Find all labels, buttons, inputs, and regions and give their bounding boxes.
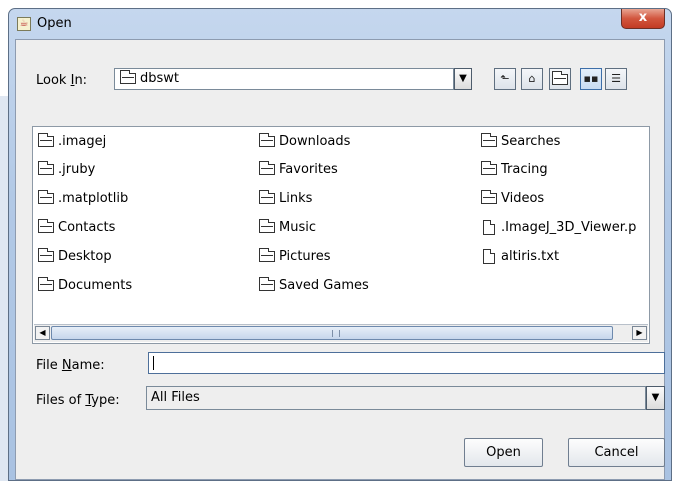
files-of-type-label: Files of Type: bbox=[36, 393, 120, 408]
list-item[interactable]: .matplotlib bbox=[38, 190, 128, 208]
close-button[interactable]: x bbox=[621, 9, 665, 29]
list-item[interactable]: Saved Games bbox=[259, 277, 369, 295]
dialog-content: Look In: dbswt ▼ ⬑ ⌂ ▪▪ ☰ .imagej .jruby… bbox=[15, 39, 665, 480]
look-in-label: Look In: bbox=[36, 73, 88, 88]
list-item[interactable]: Downloads bbox=[259, 133, 350, 151]
home-button[interactable]: ⌂ bbox=[521, 68, 543, 90]
list-item[interactable]: Music bbox=[259, 219, 316, 237]
look-in-dropdown-arrow[interactable]: ▼ bbox=[454, 68, 472, 90]
list-view-button[interactable]: ▪▪ bbox=[580, 68, 602, 90]
list-item[interactable]: Pictures bbox=[259, 248, 330, 266]
files-of-type-combo[interactable]: All Files bbox=[146, 386, 646, 410]
look-in-combo[interactable]: dbswt bbox=[114, 68, 454, 90]
up-one-level-button[interactable]: ⬑ bbox=[494, 68, 516, 90]
up-folder-icon: ⬑ bbox=[500, 72, 510, 85]
list-item[interactable]: .imagej bbox=[38, 133, 106, 151]
folder-icon bbox=[259, 248, 275, 262]
new-folder-icon bbox=[552, 70, 568, 85]
folder-icon bbox=[38, 190, 54, 204]
cancel-button[interactable]: Cancel bbox=[568, 438, 665, 467]
list-item[interactable]: Links bbox=[259, 190, 312, 208]
details-view-button[interactable]: ☰ bbox=[605, 68, 627, 90]
folder-icon bbox=[481, 161, 497, 175]
java-app-icon: ☕ bbox=[17, 17, 31, 31]
folder-icon bbox=[38, 219, 54, 233]
open-dialog: ☕ Open x Look In: dbswt ▼ ⬑ ⌂ ▪▪ ☰ .imag… bbox=[8, 8, 672, 481]
details-view-icon: ☰ bbox=[611, 72, 621, 85]
scroll-left-arrow[interactable]: ◀ bbox=[35, 326, 50, 340]
list-item[interactable]: Searches bbox=[481, 133, 560, 151]
new-folder-button[interactable] bbox=[549, 68, 571, 90]
folder-icon bbox=[38, 161, 54, 175]
look-in-value: dbswt bbox=[140, 71, 180, 86]
folder-icon bbox=[259, 190, 275, 204]
file-icon bbox=[483, 220, 495, 235]
open-button[interactable]: Open bbox=[464, 438, 543, 467]
folder-icon bbox=[259, 277, 275, 291]
folder-icon bbox=[38, 248, 54, 262]
list-item[interactable]: altiris.txt bbox=[483, 248, 559, 266]
folder-icon bbox=[481, 190, 497, 204]
list-item[interactable]: Documents bbox=[38, 277, 132, 295]
list-item[interactable]: .ImageJ_3D_Viewer.p bbox=[483, 219, 636, 237]
horizontal-scrollbar[interactable]: ◀ ▶ bbox=[34, 324, 648, 342]
folder-icon bbox=[38, 277, 54, 291]
text-caret bbox=[153, 356, 154, 370]
scroll-right-arrow[interactable]: ▶ bbox=[632, 326, 647, 340]
grip-icon bbox=[332, 330, 340, 337]
window-title: Open bbox=[37, 16, 72, 31]
list-item[interactable]: Contacts bbox=[38, 219, 115, 237]
files-of-type-value: All Files bbox=[151, 390, 200, 405]
scroll-thumb[interactable] bbox=[51, 326, 613, 340]
folder-icon bbox=[481, 133, 497, 147]
files-of-type-dropdown-arrow[interactable]: ▼ bbox=[646, 386, 665, 410]
folder-icon bbox=[120, 70, 136, 84]
list-item[interactable]: Videos bbox=[481, 190, 544, 208]
list-item[interactable]: Desktop bbox=[38, 248, 112, 266]
list-item[interactable]: Tracing bbox=[481, 161, 548, 179]
folder-icon bbox=[38, 133, 54, 147]
home-icon: ⌂ bbox=[528, 72, 536, 85]
list-item[interactable]: .jruby bbox=[38, 161, 95, 179]
list-item[interactable]: Favorites bbox=[259, 161, 338, 179]
list-view-icon: ▪▪ bbox=[583, 72, 599, 85]
folder-icon bbox=[259, 133, 275, 147]
file-list[interactable]: .imagej .jruby .matplotlib Contacts Desk… bbox=[32, 126, 650, 344]
file-name-label: File Name: bbox=[36, 358, 105, 373]
file-name-input[interactable] bbox=[148, 352, 665, 374]
folder-icon bbox=[259, 161, 275, 175]
title-bar[interactable]: ☕ Open x bbox=[9, 9, 671, 39]
file-icon bbox=[483, 249, 495, 264]
folder-icon bbox=[259, 219, 275, 233]
